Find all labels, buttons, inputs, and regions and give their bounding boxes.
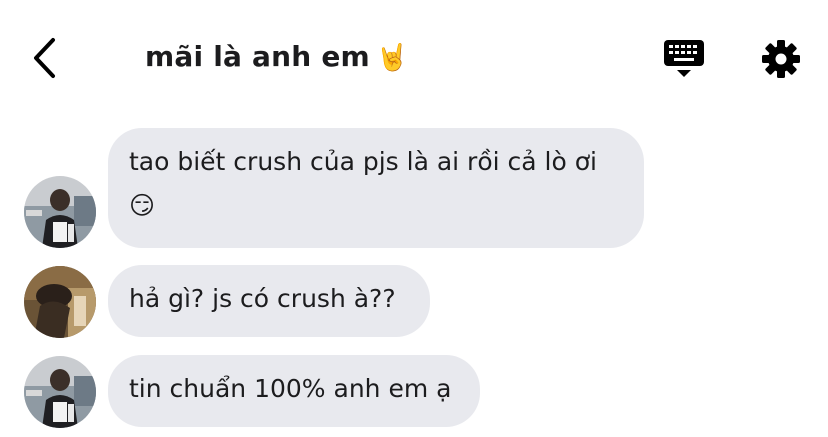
chat-title-text: mãi là anh em xyxy=(145,40,370,73)
rock-hand-emoji: 🤘 xyxy=(375,43,409,73)
keyboard-button[interactable] xyxy=(662,37,706,81)
message-text: tin chuẩn 100% anh em ạ xyxy=(129,374,452,403)
message-text: hả gì? js có crush à?? xyxy=(129,284,396,313)
chat-title: mãi là anh em 🤘 xyxy=(145,40,409,73)
gear-icon xyxy=(762,40,800,78)
avatar[interactable] xyxy=(24,176,96,248)
settings-button[interactable] xyxy=(759,37,803,81)
message-bubble[interactable]: tin chuẩn 100% anh em ạ xyxy=(108,355,480,427)
message-bubble[interactable]: hả gì? js có crush à?? xyxy=(108,265,430,337)
smirk-emoji: 😏 xyxy=(129,191,156,220)
chat-header: mãi là anh em 🤘 xyxy=(0,0,828,110)
avatar[interactable] xyxy=(24,356,96,428)
sender-avatar-2 xyxy=(24,266,96,338)
message-text: tao biết crush của pjs là ai rồi cả lò ơ… xyxy=(129,147,597,176)
keyboard-icon xyxy=(664,40,704,77)
chevron-left-icon xyxy=(34,38,55,78)
avatar[interactable] xyxy=(24,266,96,338)
back-button[interactable] xyxy=(28,36,62,80)
sender-avatar-1 xyxy=(24,176,96,248)
message-bubble[interactable]: tao biết crush của pjs là ai rồi cả lò ơ… xyxy=(108,128,644,248)
sender-avatar-1 xyxy=(24,356,96,428)
